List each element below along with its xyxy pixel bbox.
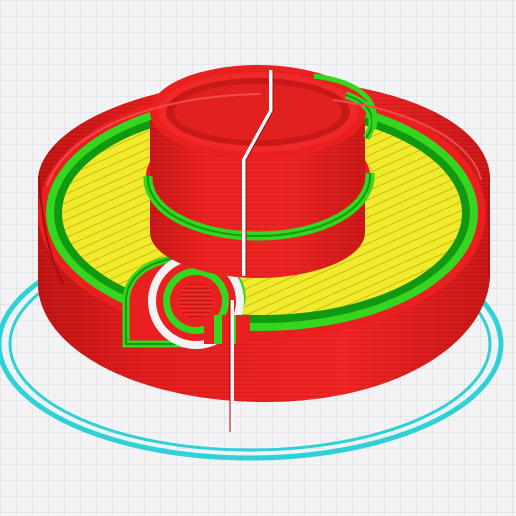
print-preview-canvas[interactable]: [0, 0, 516, 516]
3d-print-preview-viewport[interactable]: [0, 0, 516, 516]
